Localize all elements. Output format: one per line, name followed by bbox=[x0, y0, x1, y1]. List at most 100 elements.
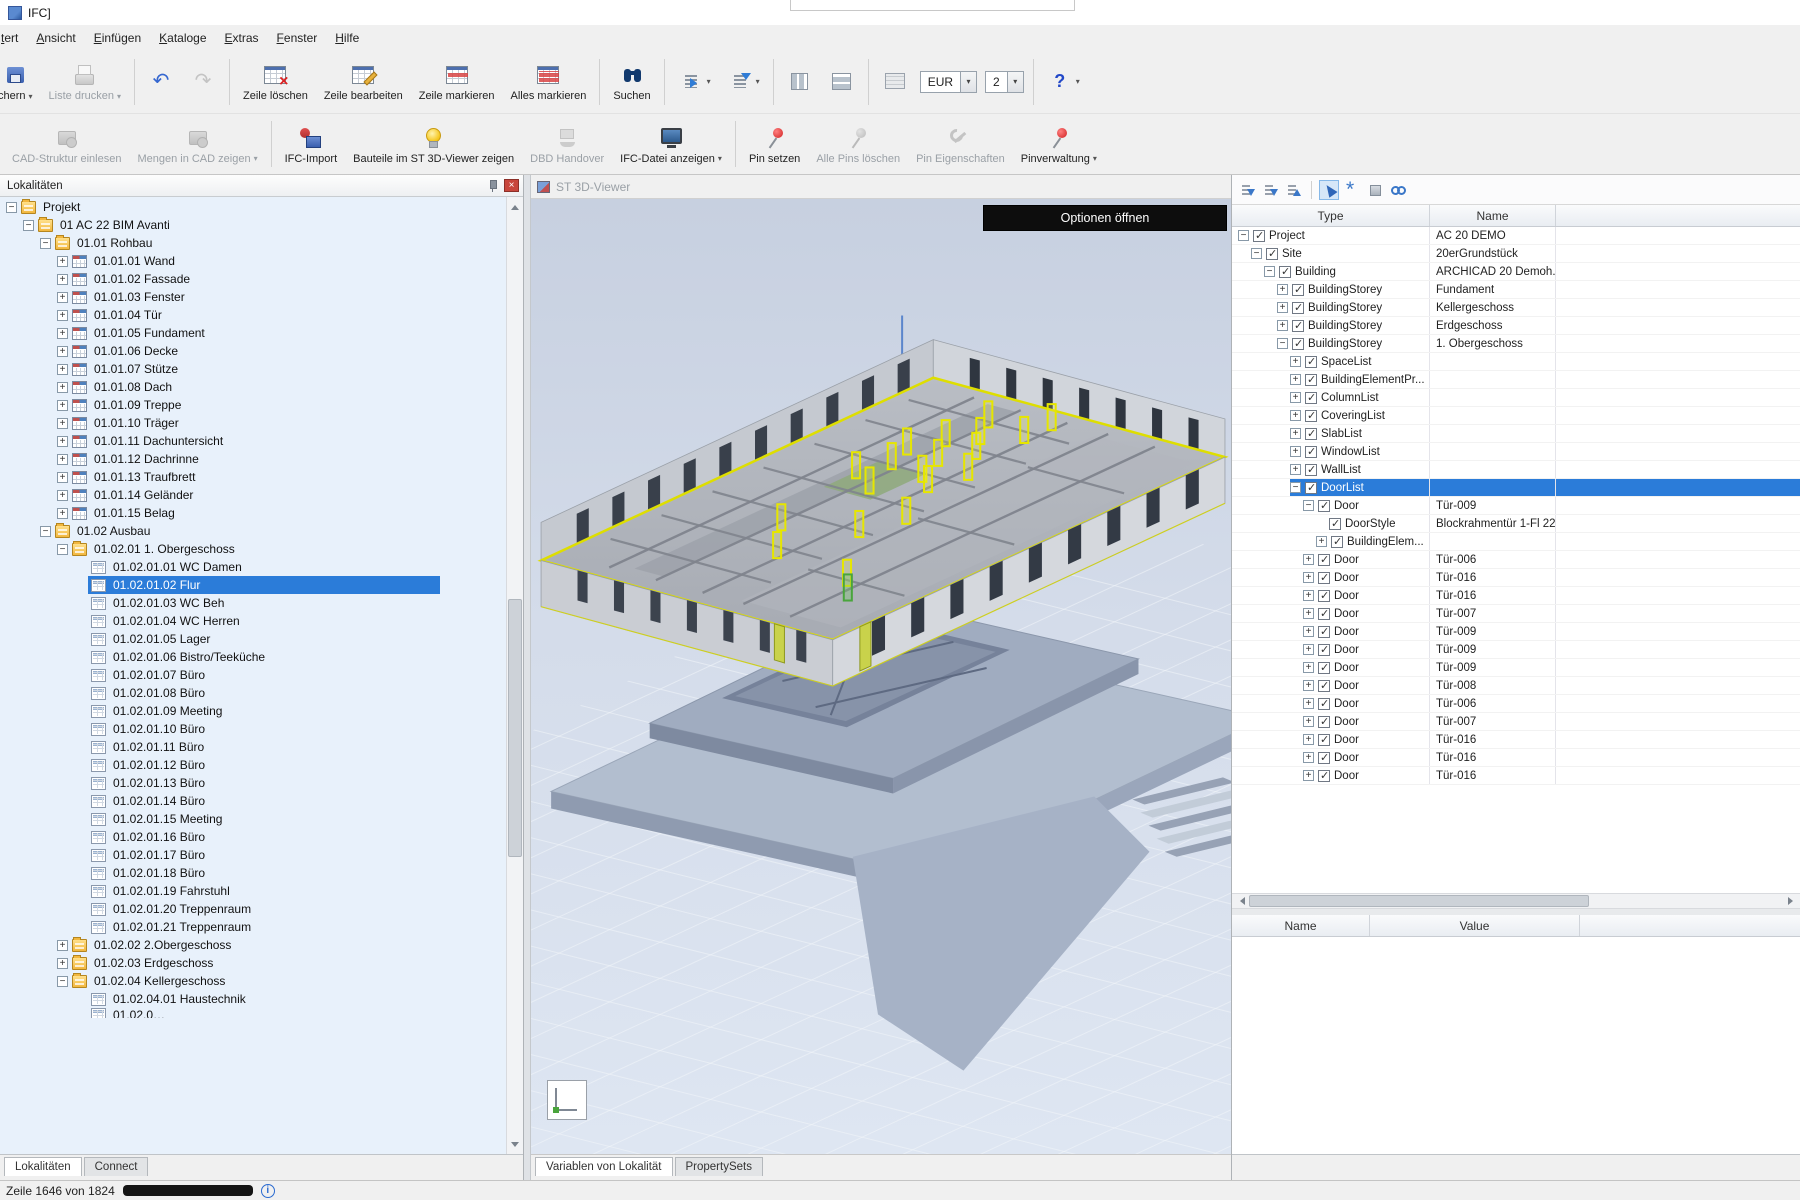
ifc-tree-row[interactable]: +DoorTür-009 bbox=[1232, 659, 1800, 677]
tree-item[interactable]: +01.01.10 Träger bbox=[0, 414, 506, 432]
expand-box[interactable]: + bbox=[1303, 644, 1314, 655]
expand-box[interactable]: + bbox=[57, 292, 68, 303]
open-options-button[interactable]: Optionen öffnen bbox=[983, 205, 1227, 231]
expand-box[interactable]: + bbox=[57, 256, 68, 267]
expand-box[interactable]: + bbox=[1303, 680, 1314, 691]
checkbox-checked[interactable] bbox=[1318, 770, 1330, 782]
undo-button[interactable] bbox=[140, 64, 182, 99]
structure-tree-button[interactable]: ▾ bbox=[719, 64, 768, 99]
tree-item[interactable]: +01.01.02 Fassade bbox=[0, 270, 506, 288]
tree-item[interactable]: +01.01.04 Tür bbox=[0, 306, 506, 324]
delete-row-button[interactable]: Zeile löschen bbox=[235, 58, 316, 105]
tree-item[interactable]: 01.02.01.04 WC Herren bbox=[0, 612, 506, 630]
checkbox-checked[interactable] bbox=[1331, 536, 1343, 548]
expand-box[interactable]: + bbox=[1303, 608, 1314, 619]
expand-box[interactable]: + bbox=[1277, 284, 1288, 295]
column-header-name[interactable]: Name bbox=[1430, 205, 1556, 226]
tree-item[interactable]: −01.02.01 1. Obergeschoss bbox=[0, 540, 506, 558]
menu-einfügen[interactable]: Einfügen bbox=[85, 27, 150, 49]
checkbox-checked[interactable] bbox=[1318, 608, 1330, 620]
split-panes-button[interactable] bbox=[821, 64, 863, 99]
expand-box[interactable]: + bbox=[57, 328, 68, 339]
ifc-tree-row[interactable]: +DoorTür-016 bbox=[1232, 587, 1800, 605]
ifc-tree-row[interactable]: +DoorTür-007 bbox=[1232, 605, 1800, 623]
tree-item[interactable]: +01.01.14 Geländer bbox=[0, 486, 506, 504]
checkbox-checked[interactable] bbox=[1318, 572, 1330, 584]
mark-row-button[interactable]: Zeile markieren bbox=[411, 58, 503, 105]
expand-box[interactable]: + bbox=[57, 958, 68, 969]
collapse-box[interactable]: − bbox=[1290, 482, 1301, 493]
show-ifc-file-button[interactable]: IFC-Datei anzeigen▾ bbox=[612, 121, 730, 168]
tree-item[interactable]: +01.01.01 Wand bbox=[0, 252, 506, 270]
ifc-tree-row[interactable]: +SlabList bbox=[1232, 425, 1800, 443]
ifc-import-button[interactable]: IFC-Import bbox=[277, 121, 346, 168]
tree-item[interactable]: 01.02.01.20 Treppenraum bbox=[0, 900, 506, 918]
expand-box[interactable]: + bbox=[1303, 698, 1314, 709]
tree-item[interactable]: 01.02.01.11 Büro bbox=[0, 738, 506, 756]
chevron-down-icon[interactable]: ▾ bbox=[1007, 72, 1023, 92]
collapse-box[interactable]: − bbox=[1251, 248, 1262, 259]
tree-item[interactable]: +01.01.11 Dachuntersicht bbox=[0, 432, 506, 450]
checkbox-checked[interactable] bbox=[1292, 302, 1304, 314]
ifc-tree-row[interactable]: +SpaceList bbox=[1232, 353, 1800, 371]
checkbox-checked[interactable] bbox=[1318, 626, 1330, 638]
column-header-type[interactable]: Type bbox=[1232, 205, 1430, 226]
checkbox-checked[interactable] bbox=[1318, 662, 1330, 674]
expand-box[interactable]: + bbox=[57, 346, 68, 357]
expand-box[interactable]: + bbox=[57, 382, 68, 393]
ifc-tree-row[interactable]: +BuildingStoreyErdgeschoss bbox=[1232, 317, 1800, 335]
tree-item[interactable]: +01.02.02 2.Obergeschoss bbox=[0, 936, 506, 954]
collapse-box[interactable]: − bbox=[1238, 230, 1249, 241]
collapse-box[interactable]: − bbox=[1277, 338, 1288, 349]
collapse-box[interactable]: − bbox=[1264, 266, 1275, 277]
column-header-prop-value[interactable]: Value bbox=[1370, 915, 1580, 936]
help-button[interactable]: ▾ bbox=[1039, 64, 1088, 99]
checkbox-checked[interactable] bbox=[1318, 680, 1330, 692]
tree-item[interactable]: 01.02.01.14 Büro bbox=[0, 792, 506, 810]
ifc-tree-row[interactable]: +WallList bbox=[1232, 461, 1800, 479]
menu-tert[interactable]: tert bbox=[0, 27, 27, 49]
neutral-cube-icon[interactable] bbox=[1365, 180, 1385, 200]
menu-extras[interactable]: Extras bbox=[216, 27, 268, 49]
show-parts-in-st3d-viewer-button[interactable]: Bauteile im ST 3D-Viewer zeigen bbox=[345, 121, 522, 168]
tree-item[interactable]: +01.01.12 Dachrinne bbox=[0, 450, 506, 468]
tree-item[interactable]: 01.02.01.01 WC Damen bbox=[0, 558, 506, 576]
checkbox-checked[interactable] bbox=[1292, 320, 1304, 332]
tab-connect[interactable]: Connect bbox=[84, 1157, 149, 1176]
save-button[interactable]: chern▾ bbox=[0, 58, 41, 105]
checkbox-checked[interactable] bbox=[1318, 716, 1330, 728]
chevron-down-icon[interactable]: ▾ bbox=[960, 72, 976, 92]
expand-box[interactable]: + bbox=[1303, 770, 1314, 781]
info-icon[interactable] bbox=[261, 1184, 275, 1198]
checkbox-checked[interactable] bbox=[1305, 428, 1317, 440]
tree-item[interactable]: 01.02.01.17 Büro bbox=[0, 846, 506, 864]
autohide-pin-icon[interactable] bbox=[486, 179, 500, 193]
checkbox-checked[interactable] bbox=[1305, 464, 1317, 476]
ifc-tree-row[interactable]: −BuildingStorey1. Obergeschoss bbox=[1232, 335, 1800, 353]
ifc-tree-row[interactable]: +DoorTür-006 bbox=[1232, 695, 1800, 713]
checkbox-checked[interactable] bbox=[1318, 554, 1330, 566]
tree-item[interactable]: +01.01.08 Dach bbox=[0, 378, 506, 396]
tree-item[interactable]: +01.02.03 Erdgeschoss bbox=[0, 954, 506, 972]
tree-item[interactable]: −Projekt bbox=[0, 198, 506, 216]
tree-item[interactable]: −01.02.04 Kellergeschoss bbox=[0, 972, 506, 990]
tree-item[interactable]: 01.02.01.15 Meeting bbox=[0, 810, 506, 828]
expand-box[interactable]: + bbox=[1290, 356, 1301, 367]
collapse-branches-icon[interactable] bbox=[1284, 180, 1304, 200]
checkbox-checked[interactable] bbox=[1318, 644, 1330, 656]
expand-box[interactable]: + bbox=[1303, 752, 1314, 763]
ifc-tree-row[interactable]: +WindowList bbox=[1232, 443, 1800, 461]
tree-item[interactable]: 01.02.01.13 Büro bbox=[0, 774, 506, 792]
menu-hilfe[interactable]: Hilfe bbox=[326, 27, 368, 49]
ifc-tree-row[interactable]: −DoorList bbox=[1232, 479, 1800, 497]
expand-box[interactable]: + bbox=[1290, 446, 1301, 457]
ifc-tree-row[interactable]: +BuildingElem... bbox=[1232, 533, 1800, 551]
tree-item[interactable]: −01.01 Rohbau bbox=[0, 234, 506, 252]
expand-box[interactable]: + bbox=[57, 508, 68, 519]
tree-item[interactable]: 01.02.01.08 Büro bbox=[0, 684, 506, 702]
tab-propertysets[interactable]: PropertySets bbox=[675, 1157, 763, 1176]
tree-item[interactable]: 01.02.01.18 Büro bbox=[0, 864, 506, 882]
collapse-box[interactable]: − bbox=[1303, 500, 1314, 511]
ifc-tree-row[interactable]: +BuildingStoreyFundament bbox=[1232, 281, 1800, 299]
horizontal-scrollbar[interactable] bbox=[1232, 893, 1800, 909]
